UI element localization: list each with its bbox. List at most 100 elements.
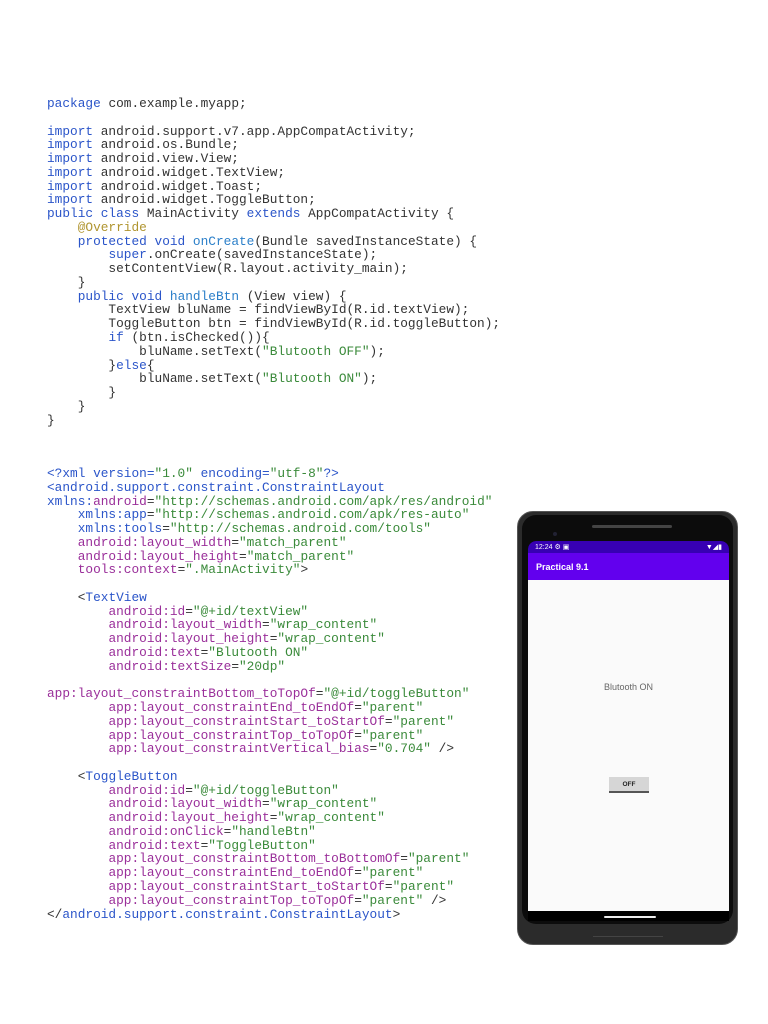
code-token: bluName.setText( <box>47 343 263 359</box>
code-token: = <box>384 713 393 729</box>
code-token: = <box>185 782 193 798</box>
code-token: "parent" <box>392 878 455 894</box>
code-token: TextView <box>85 589 147 605</box>
toggle-button[interactable]: OFF <box>609 777 649 793</box>
code-token: "handleBtn" <box>231 823 316 839</box>
code-token: android:layout_height <box>77 548 239 564</box>
code-line: import android.widget.ToggleButton; <box>47 193 500 207</box>
code-token: <?xml <box>47 466 94 481</box>
code-line: app:layout_constraintBottom_toBottomOf="… <box>47 852 492 866</box>
code-line: android:onClick="handleBtn" <box>47 825 492 839</box>
code-token: = <box>262 617 270 633</box>
code-line: android:text="ToggleButton" <box>47 837 492 853</box>
code-token: bluName.setText( <box>47 371 263 387</box>
code-token: public class <box>47 206 140 222</box>
code-token: <android.support.constraint.ConstraintLa… <box>47 479 385 495</box>
code-token: TextView bluName = findViewById(R.id.tex… <box>47 302 470 318</box>
code-line: <ToggleButton <box>47 768 492 784</box>
code-line: setContentView(R.layout.activity_main); <box>47 262 500 276</box>
code-token: < <box>47 768 86 784</box>
code-line: </android.support.constraint.ConstraintL… <box>47 906 492 922</box>
code-token: (btn.isChecked()){ <box>123 330 270 346</box>
code-token: = <box>231 658 239 674</box>
code-token: "@+id/textView" <box>192 603 309 619</box>
code-token: android:layout_width <box>77 534 232 550</box>
code-line: android:layout_height="wrap_content" <box>47 811 492 825</box>
code-token: super <box>108 247 147 263</box>
code-token: = <box>400 851 408 867</box>
code-line: app:layout_constraintEnd_toEndOf="parent… <box>47 701 492 715</box>
code-token: = <box>231 534 239 550</box>
code-line: protected void onCreate(Bundle savedInst… <box>47 233 500 249</box>
code-token: = <box>262 796 270 812</box>
code-line: bluName.setText("Blutooth ON"); <box>47 372 500 386</box>
code-token: handleBtn <box>169 288 240 304</box>
code-token: </ <box>47 906 63 922</box>
code-token: com.example.myapp; <box>100 96 247 111</box>
code-line: ToggleButton btn = findViewById(R.id.tog… <box>47 317 500 331</box>
code-token: android:text <box>108 837 201 853</box>
code-token: "parent" <box>361 700 424 716</box>
code-token: "20dp" <box>239 658 286 674</box>
code-token: = <box>354 700 362 716</box>
code-token: "parent" <box>407 851 470 867</box>
code-line: android:layout_width="wrap_content" <box>47 797 492 811</box>
code-line: } <box>47 399 500 414</box>
code-token: > <box>392 906 401 922</box>
code-line: <android.support.constraint.ConstraintLa… <box>47 479 492 495</box>
home-gesture-bar[interactable] <box>604 916 656 918</box>
code-token: tools:context <box>77 562 178 578</box>
code-token: > <box>300 562 309 578</box>
code-token: } <box>47 385 117 401</box>
code-token: "Blutooth ON" <box>208 644 309 660</box>
code-token: /> <box>423 892 447 908</box>
code-token: "0.704" <box>377 741 431 757</box>
code-token: "match_parent" <box>246 548 355 564</box>
code-token: app:layout_constraintEnd_toEndOf <box>108 865 355 881</box>
code-token: "Blutooth OFF" <box>262 343 370 359</box>
status-left: 12:24 ⚙ ▣ <box>535 543 569 551</box>
code-line: tools:context=".MainActivity"> <box>47 563 492 577</box>
code-token: import <box>47 123 94 139</box>
code-line: package com.example.myapp; <box>47 97 500 111</box>
code-token: android:layout_height <box>108 810 270 826</box>
code-token: protected void <box>77 233 186 249</box>
code-token: android:layout_width <box>108 617 263 633</box>
code-token: version= <box>93 466 155 481</box>
code-token: app:layout_constraintVertical_bias <box>108 741 370 757</box>
code-token: } <box>47 357 117 373</box>
code-token: "wrap_content" <box>269 617 378 633</box>
code-line: app:layout_constraintEnd_toEndOf="parent… <box>47 866 492 880</box>
code-token: android <box>93 493 147 509</box>
xml-code-block: <?xml version="1.0" encoding="utf-8"?> <a… <box>47 467 492 921</box>
code-line: android:layout_width="match_parent" <box>47 534 492 550</box>
code-token: xmlns:app <box>77 507 147 523</box>
code-line: import android.os.Bundle; <box>47 138 500 152</box>
code-line: android:id="@+id/toggleButton" <box>47 782 492 798</box>
code-token: android:id <box>108 782 186 798</box>
code-token: "utf-8" <box>269 466 324 481</box>
phone-screen: 12:24 ⚙ ▣ ▼◢▮ Practical 9.1 Blutooth ON … <box>528 541 729 921</box>
code-token: "parent" <box>361 892 424 908</box>
code-token: android:layout_width <box>108 796 263 812</box>
app-title: Practical 9.1 <box>536 561 589 572</box>
code-token: AppCompatActivity { <box>300 206 455 222</box>
code-line: bluName.setText("Blutooth OFF"); <box>47 343 500 359</box>
code-token: "wrap_content" <box>269 796 378 812</box>
code-line: xmlns:tools="http://schemas.android.com/… <box>47 522 492 536</box>
